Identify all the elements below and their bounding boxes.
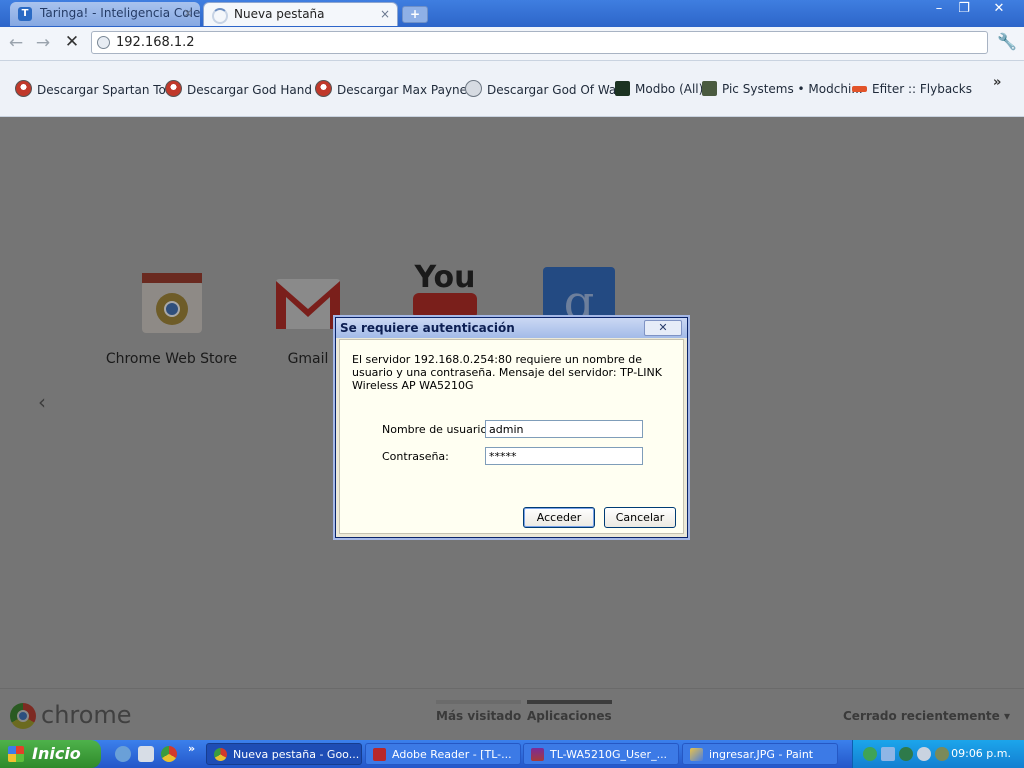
quicklaunch-more-icon[interactable]: » <box>188 742 195 755</box>
gmail-icon <box>276 279 340 329</box>
task-adobe-reader[interactable]: Adobe Reader - [TL-... <box>365 743 521 765</box>
tab-title: Nueva pestaña <box>234 7 325 21</box>
browser-toolbar: ← → ✕ 🔧 <box>0 27 1024 61</box>
system-tray: 09:06 p.m. <box>852 740 1024 768</box>
address-bar[interactable] <box>91 31 988 54</box>
password-field[interactable] <box>485 447 643 465</box>
tray-app-icon[interactable] <box>935 747 949 761</box>
minimize-button[interactable]: – <box>928 0 950 18</box>
wrench-menu-icon[interactable]: 🔧 <box>997 32 1017 52</box>
globe-icon <box>465 80 482 97</box>
app-label: Chrome Web Store <box>105 351 238 367</box>
bookmarks-bar: Descargar Spartan To... Descargar God Ha… <box>0 61 1024 117</box>
tab-aplicaciones[interactable]: Aplicaciones <box>527 700 612 723</box>
bookmark-item[interactable]: Descargar God Of Wa... <box>465 80 628 98</box>
acceder-button[interactable]: Acceder <box>523 507 595 528</box>
taskbar: Inicio » Nueva pestaña - Goo... Adobe Re… <box>0 740 1024 768</box>
mushroom-icon <box>165 80 182 97</box>
dialog-title: Se requiere autenticación <box>336 318 687 338</box>
task-winrar[interactable]: TL-WA5210G_User_... <box>523 743 679 765</box>
bookmark-item[interactable]: Modbo (All) <box>615 80 703 98</box>
task-chrome[interactable]: Nueva pestaña - Goo... <box>206 743 362 765</box>
forward-button[interactable]: → <box>34 34 52 52</box>
tab-close-icon[interactable]: × <box>380 3 390 26</box>
chrome-icon <box>214 748 227 761</box>
new-tab-button[interactable]: + <box>402 6 428 23</box>
app-chrome-web-store[interactable]: Chrome Web Store <box>104 267 239 367</box>
chrome-brand: chrome <box>10 701 132 729</box>
loading-spinner-icon <box>212 8 228 24</box>
rar-icon <box>531 748 544 761</box>
modbo-icon <box>615 81 630 96</box>
globe-icon <box>97 36 110 49</box>
tab-close-icon[interactable]: × <box>183 2 193 25</box>
tab-title: Taringa! - Inteligencia Colectiva <box>40 6 200 20</box>
bookmark-item[interactable]: Descargar Max Payne... <box>315 80 478 98</box>
bookmarks-overflow-button[interactable]: » <box>993 75 1001 90</box>
username-field[interactable] <box>485 420 643 438</box>
auth-dialog: Se requiere autenticación ✕ El servidor … <box>335 317 688 538</box>
bookmark-item[interactable]: Efiter :: Flybacks <box>852 80 972 98</box>
url-input[interactable] <box>116 34 976 51</box>
clock: 09:06 p.m. <box>951 747 1011 760</box>
bookmark-item[interactable]: Pic Systems • Modchi... <box>702 80 863 98</box>
efiter-icon <box>852 86 867 92</box>
quicklaunch-explorer-icon[interactable] <box>138 746 154 762</box>
youtube-icon: You <box>413 260 477 319</box>
youtube-logo-text: You <box>414 260 476 295</box>
paint-icon <box>690 748 703 761</box>
chrome-web-store-icon <box>141 273 202 333</box>
task-paint[interactable]: ingresar.JPG - Paint <box>682 743 838 765</box>
username-label: Nombre de usuario: <box>382 423 491 436</box>
title-bar: T Taringa! - Inteligencia Colectiva × Nu… <box>0 0 1024 27</box>
tray-display-icon[interactable] <box>881 747 895 761</box>
chrome-logo-icon <box>10 703 36 729</box>
tray-volume-icon[interactable] <box>917 747 931 761</box>
quicklaunch-desktop-icon[interactable] <box>115 746 131 762</box>
windows-logo-icon <box>8 746 24 762</box>
dialog-body: El servidor 192.168.0.254:80 requiere un… <box>339 339 684 534</box>
bookmark-item[interactable]: Descargar Spartan To... <box>15 80 177 98</box>
password-label: Contraseña: <box>382 450 449 463</box>
back-button[interactable]: ← <box>7 34 25 52</box>
tray-network-icon[interactable] <box>863 747 877 761</box>
mushroom-icon <box>15 80 32 97</box>
recently-closed-menu[interactable]: Cerrado recientemente ▾ <box>843 709 1010 723</box>
stop-button[interactable]: ✕ <box>63 33 81 51</box>
adobe-icon <box>373 748 386 761</box>
tab-mas-visitado[interactable]: Más visitado <box>436 700 522 723</box>
mushroom-icon <box>315 80 332 97</box>
taringa-favicon-icon: T <box>18 7 32 21</box>
dialog-close-button[interactable]: ✕ <box>644 320 682 336</box>
tab-taringa[interactable]: T Taringa! - Inteligencia Colectiva × <box>10 2 200 26</box>
ntp-footer: chrome Más visitado Aplicaciones Cerrado… <box>0 688 1024 741</box>
restore-button[interactable]: ❐ <box>953 0 975 18</box>
pic-systems-icon <box>702 81 717 96</box>
previous-page-arrow-icon[interactable]: ‹ <box>38 390 46 414</box>
dialog-message: El servidor 192.168.0.254:80 requiere un… <box>352 353 662 392</box>
tray-antivirus-icon[interactable] <box>899 747 913 761</box>
quicklaunch-chrome-icon[interactable] <box>161 746 177 762</box>
start-button[interactable]: Inicio <box>0 740 101 768</box>
cancelar-button[interactable]: Cancelar <box>604 507 676 528</box>
tab-nueva-pestana[interactable]: Nueva pestaña × <box>203 2 398 26</box>
bookmark-item[interactable]: Descargar God Hand ... <box>165 80 327 98</box>
close-window-button[interactable]: ✕ <box>986 0 1012 18</box>
